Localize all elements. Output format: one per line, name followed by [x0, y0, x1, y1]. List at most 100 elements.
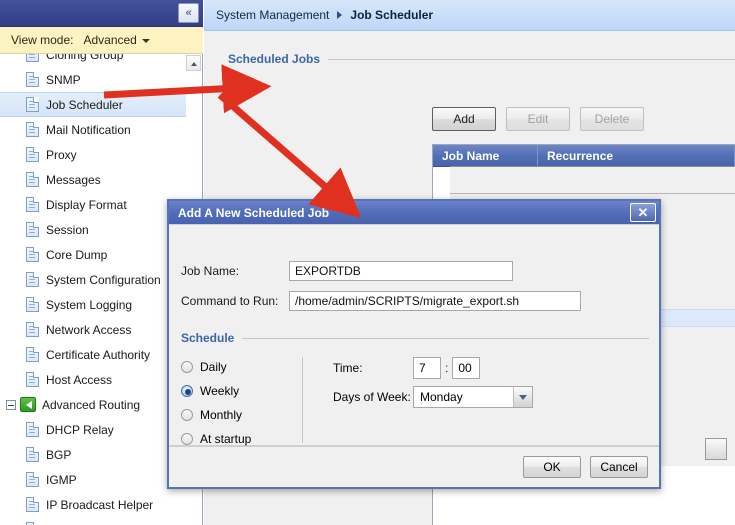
job-name-input[interactable]: EXPORTDB	[289, 261, 513, 281]
add-button[interactable]: Add	[432, 107, 496, 131]
document-icon	[26, 447, 39, 462]
sidebar-item-messages[interactable]: Messages	[0, 167, 186, 192]
document-icon	[26, 272, 39, 287]
sidebar-item-label: Certificate Authority	[46, 347, 151, 362]
radio-button[interactable]	[181, 385, 193, 397]
document-icon	[26, 322, 39, 337]
section-divider	[328, 58, 735, 60]
sidebar-item-ip-broadcast-helper[interactable]: IP Broadcast Helper	[0, 492, 186, 517]
dialog-footer: OK Cancel	[169, 446, 659, 487]
recurrence-option-label: Daily	[200, 360, 227, 374]
document-icon	[26, 297, 39, 312]
document-icon	[26, 497, 39, 512]
chevron-double-left-icon[interactable]: «	[178, 3, 199, 23]
sidebar-item-label: Cloning Group	[46, 54, 124, 62]
sidebar-item-label: Advanced Routing	[42, 397, 141, 412]
ok-button[interactable]: OK	[523, 456, 581, 478]
command-to-run-input[interactable]: /home/admin/SCRIPTS/migrate_export.sh	[289, 291, 581, 311]
document-icon	[26, 97, 39, 112]
scheduled-jobs-section-header: Scheduled Jobs	[228, 52, 735, 66]
sidebar-item-label: System Logging	[46, 297, 133, 312]
chevron-down-icon[interactable]	[513, 387, 532, 407]
scroll-up-button[interactable]	[186, 55, 201, 71]
document-icon	[26, 72, 39, 87]
sidebar-item-display-format[interactable]: Display Format	[0, 192, 186, 217]
sidebar-item-label: Proxy	[46, 147, 77, 162]
table-column-header[interactable]: Recurrence	[538, 145, 735, 166]
sidebar-item-igmp[interactable]: IGMP	[0, 467, 186, 492]
sidebar-item-label: System Configuration	[46, 272, 161, 287]
section-title: Scheduled Jobs	[228, 52, 321, 66]
document-icon	[26, 247, 39, 262]
chevron-down-icon	[141, 38, 150, 43]
sidebar-item-proxy[interactable]: Proxy	[0, 142, 186, 167]
cancel-button[interactable]: Cancel	[590, 456, 648, 478]
close-icon[interactable]: ✕	[630, 203, 656, 222]
sidebar-item-host-access[interactable]: Host Access	[0, 367, 186, 392]
sidebar-item-session[interactable]: Session	[0, 217, 186, 242]
background-panel-divider	[450, 193, 735, 194]
job-name-row: Job Name: EXPORTDB	[181, 261, 513, 281]
sidebar-item-job-scheduler[interactable]: Job Scheduler	[0, 92, 186, 117]
routing-group-icon	[20, 397, 36, 412]
sidebar-item-label: IP Broadcast Helper	[46, 497, 154, 512]
navigation-tree-list: Cloning Group SNMP Job Scheduler Mail Notif…	[0, 54, 186, 525]
recurrence-option-weekly[interactable]: Weekly	[181, 379, 291, 403]
sidebar-item-label: Messages	[46, 172, 101, 187]
document-icon	[26, 472, 39, 487]
sidebar-item-label: Network Access	[46, 322, 132, 337]
sidebar-item-label: Display Format	[46, 197, 127, 212]
sidebar-item-system-logging[interactable]: System Logging	[0, 292, 186, 317]
schedule-divider	[242, 337, 649, 339]
toolbar-buttons: Add Edit Delete	[432, 107, 644, 131]
sidebar-item-label: Host Access	[46, 372, 113, 387]
dialog-body: Job Name: EXPORTDB Command to Run: /home…	[169, 224, 659, 446]
sidebar-item-pim[interactable]: PIM	[0, 517, 186, 525]
breadcrumb-current: Job Scheduler	[350, 8, 434, 22]
command-to-run-label: Command to Run:	[181, 294, 279, 308]
command-to-run-row: Command to Run: /home/admin/SCRIPTS/migr…	[181, 291, 581, 311]
schedule-section-header: Schedule	[181, 331, 649, 345]
sidebar-item-snmp[interactable]: SNMP	[0, 67, 186, 92]
days-of-week-select[interactable]: Monday	[413, 386, 533, 408]
job-name-label: Job Name:	[181, 264, 240, 278]
sidebar-item-label: DHCP Relay	[46, 422, 114, 437]
view-mode-dropdown[interactable]: Advanced	[83, 33, 150, 47]
expander-collapse-icon[interactable]	[6, 399, 16, 410]
radio-button[interactable]	[181, 409, 193, 421]
table-column-header[interactable]: Job Name	[433, 145, 538, 166]
schedule-title: Schedule	[181, 331, 235, 345]
sidebar-item-dhcp-relay[interactable]: DHCP Relay	[0, 417, 186, 442]
document-icon	[26, 54, 39, 62]
radio-button[interactable]	[181, 361, 193, 373]
vertical-divider	[302, 357, 303, 443]
time-minute-input[interactable]: 00	[452, 357, 481, 379]
breadcrumb-parent[interactable]: System Management	[216, 8, 329, 22]
sidebar-item-certificate-authority[interactable]: Certificate Authority	[0, 342, 186, 367]
recurrence-option-daily[interactable]: Daily	[181, 355, 291, 379]
background-panel-button[interactable]	[705, 438, 727, 460]
sidebar-item-cloning-group[interactable]: Cloning Group	[0, 54, 186, 67]
edit-button: Edit	[506, 107, 570, 131]
view-mode-value: Advanced	[83, 33, 137, 47]
time-separator: :	[445, 361, 449, 375]
sidebar-item-core-dump[interactable]: Core Dump	[0, 242, 186, 267]
document-icon	[26, 122, 39, 137]
dialog-title: Add A New Scheduled Job	[178, 205, 330, 220]
radio-button[interactable]	[181, 433, 193, 445]
sidebar-item-mail-notification[interactable]: Mail Notification	[0, 117, 186, 142]
sidebar-item-system-configuration[interactable]: System Configuration	[0, 267, 186, 292]
breadcrumb: System Management Job Scheduler	[204, 0, 735, 31]
sidebar-item-label: IGMP	[46, 472, 77, 487]
sidebar-item-bgp[interactable]: BGP	[0, 442, 186, 467]
sidebar-item-label: Job Scheduler	[46, 97, 123, 112]
sidebar-item-advanced-routing[interactable]: Advanced Routing	[0, 392, 186, 417]
days-of-week-row: Days of Week: Monday	[333, 386, 533, 408]
view-mode-label: View mode:	[11, 33, 74, 47]
delete-button: Delete	[580, 107, 644, 131]
application-window: « View mode: Advanced Cloning Group SNMP J…	[0, 0, 735, 525]
time-hour-input[interactable]: 7	[413, 357, 441, 379]
recurrence-option-monthly[interactable]: Monthly	[181, 403, 291, 427]
sidebar-item-network-access[interactable]: Network Access	[0, 317, 186, 342]
days-of-week-value: Monday	[420, 390, 463, 404]
